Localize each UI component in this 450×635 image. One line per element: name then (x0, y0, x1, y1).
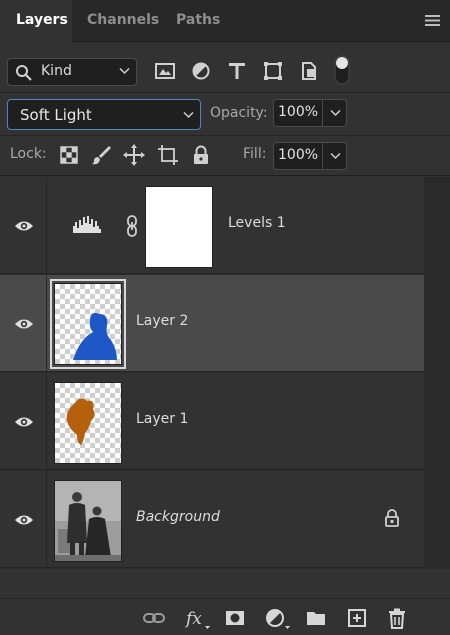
layer-thumbnail[interactable] (50, 279, 126, 369)
layer-filter-row: Kind (0, 43, 450, 93)
scrollbar-track[interactable] (424, 177, 450, 569)
chevron-down-icon (119, 67, 130, 75)
layer-name[interactable]: Layer 2 (136, 313, 188, 329)
chevron-down-icon[interactable] (330, 109, 341, 117)
layer-row-layer-1[interactable]: Layer 1 (0, 373, 424, 470)
panel-menu-icon[interactable] (425, 14, 440, 27)
layer-name[interactable]: Background (136, 509, 220, 525)
opacity-value: 100% (278, 104, 319, 120)
search-icon (16, 65, 32, 81)
fx-icon[interactable]: fx (185, 607, 211, 629)
blend-mode-dropdown[interactable]: Soft Light (7, 99, 201, 130)
link-layers-icon[interactable] (143, 607, 165, 629)
new-adjustment-icon[interactable] (265, 607, 291, 629)
eye-icon (15, 319, 33, 329)
visibility-toggle[interactable] (0, 177, 47, 273)
layer-row-levels-1[interactable]: Levels 1 (0, 177, 424, 274)
chevron-down-icon[interactable] (330, 152, 341, 160)
eye-icon (15, 221, 33, 231)
svg-text:fx: fx (185, 609, 202, 629)
eye-icon (15, 515, 33, 525)
panel-tab-bar: Layers Channels Paths (0, 0, 450, 43)
fill-label: Fill: (243, 146, 267, 162)
levels-adjustment-icon (73, 216, 101, 233)
delete-icon[interactable] (386, 607, 408, 629)
layers-list: Levels 1 Layer 2 Layer 1 Background (0, 177, 424, 569)
opacity-field[interactable]: 100% (273, 99, 347, 127)
add-mask-icon[interactable] (224, 607, 246, 629)
layer-content-silhouette (73, 312, 117, 360)
filter-kind-dropdown[interactable]: Kind (7, 58, 137, 86)
layer-thumbnail-photo[interactable] (54, 480, 122, 562)
tab-layers[interactable]: Layers (0, 0, 72, 43)
chevron-down-icon (183, 111, 194, 119)
divider (322, 143, 323, 169)
fill-field[interactable]: 100% (273, 142, 347, 170)
opacity-label: Opacity: (210, 105, 268, 121)
layer-mask-thumbnail[interactable] (145, 186, 213, 268)
smart-object-filter-icon[interactable] (298, 60, 320, 82)
divider (322, 100, 323, 126)
lock-label: Lock: (10, 146, 47, 162)
fill-value: 100% (278, 147, 319, 163)
visibility-toggle[interactable] (0, 471, 47, 567)
lock-icon[interactable] (384, 509, 400, 527)
blend-opacity-row: Soft Light Opacity: 100% (0, 94, 450, 136)
lock-all-icon[interactable] (190, 144, 212, 166)
lock-artboard-icon[interactable] (157, 144, 179, 166)
layers-bottom-toolbar: fx (0, 598, 450, 635)
mask-link-icon[interactable] (126, 215, 138, 237)
layer-content-silhouette (66, 398, 95, 445)
eye-icon (15, 417, 33, 427)
visibility-toggle[interactable] (0, 275, 47, 371)
layer-thumbnail[interactable] (54, 382, 122, 464)
orange-silhouette (66, 398, 95, 445)
new-layer-icon[interactable] (346, 607, 368, 629)
lock-position-icon[interactable] (123, 144, 145, 166)
layer-row-layer-2[interactable]: Layer 2 (0, 275, 424, 372)
tab-channels[interactable]: Channels (87, 0, 159, 42)
vintage-photo-image (55, 481, 121, 561)
adjustment-filter-icon[interactable] (190, 60, 212, 82)
visibility-toggle[interactable] (0, 373, 47, 469)
image-filter-icon[interactable] (154, 60, 176, 82)
lock-image-pixels-icon[interactable] (91, 144, 113, 166)
filter-kind-label: Kind (41, 63, 72, 79)
blue-silhouette (73, 312, 117, 360)
layer-row-background[interactable]: Background (0, 471, 424, 568)
filter-toggle-icon[interactable] (333, 55, 351, 85)
blend-mode-value: Soft Light (20, 106, 92, 124)
lock-fill-row: Lock: Fill: 100% (0, 137, 450, 176)
new-group-icon[interactable] (305, 607, 327, 629)
tab-paths[interactable]: Paths (176, 0, 220, 42)
layer-name[interactable]: Layer 1 (136, 411, 188, 427)
layer-name[interactable]: Levels 1 (228, 215, 286, 231)
type-filter-icon[interactable] (226, 60, 248, 82)
lock-transparent-pixels-icon[interactable] (58, 144, 80, 166)
shape-filter-icon[interactable] (262, 60, 284, 82)
